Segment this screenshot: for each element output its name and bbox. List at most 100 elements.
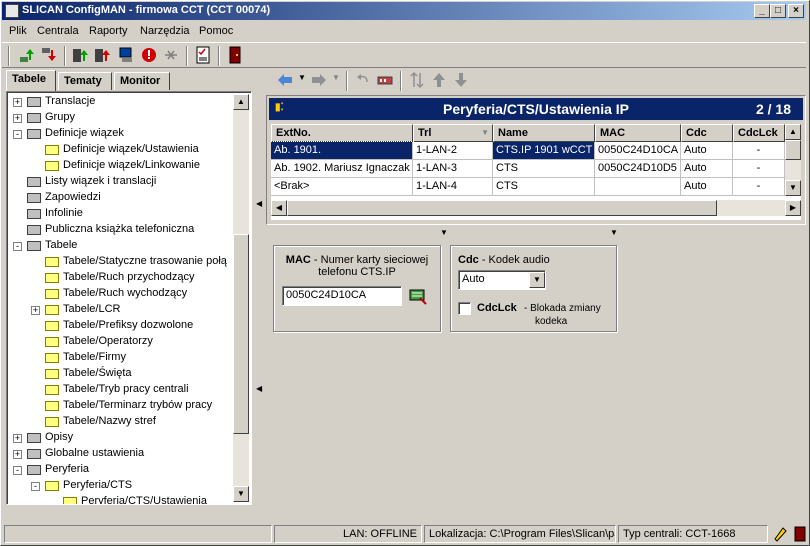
tree-node[interactable]: - Definicje wiązek: [7, 126, 231, 142]
data-grid[interactable]: ExtNo. Trl ▼ Name MAC Cdc CdcLck Ab. 1901…: [271, 124, 801, 220]
title-bar[interactable]: SLICAN ConfigMAN - firmowa CCT (CCT 0007…: [2, 2, 806, 20]
grid-cell[interactable]: 0050C24D10D5: [595, 160, 681, 178]
tree-node[interactable]: Definicje wiązek/Linkowanie: [7, 158, 231, 174]
scroll-thumb[interactable]: [233, 234, 249, 434]
tree-node[interactable]: Listy wiązek i translacji: [7, 174, 231, 190]
tree-node[interactable]: Peryferia/CTS/Ustawienia: [7, 494, 231, 504]
collapse-icon[interactable]: -: [13, 466, 22, 475]
tree-view[interactable]: + Translacje + Grupy - Definicje wiązek Defini…: [6, 91, 252, 505]
forward-arrow-icon[interactable]: [310, 71, 328, 89]
scroll-up-button[interactable]: ▲: [233, 94, 249, 110]
tree-node[interactable]: + Tabele/LCR: [7, 302, 231, 318]
mac-input[interactable]: 0050C24D10CA: [282, 286, 402, 306]
tree-node[interactable]: Tabele/Operatorzy: [7, 334, 231, 350]
move-up-icon[interactable]: [430, 71, 448, 89]
expand-icon[interactable]: +: [13, 434, 22, 443]
tree-node[interactable]: - Peryferia/CTS: [7, 478, 231, 494]
tree-vertical-scrollbar[interactable]: ▲ ▼: [233, 94, 249, 502]
splitter-left-arrow[interactable]: ◀: [256, 199, 262, 208]
exit-door-icon[interactable]: [792, 526, 808, 542]
grid-cell[interactable]: CTS.IP 1901 wCCT: [493, 142, 595, 160]
chevron-down-icon[interactable]: ▼: [529, 272, 545, 288]
grid-cell[interactable]: 1-LAN-2: [413, 142, 493, 160]
tree-node[interactable]: Tabele/Święta: [7, 366, 231, 382]
download-red-icon[interactable]: [40, 46, 58, 64]
disconnect-icon[interactable]: [162, 46, 180, 64]
expand-icon[interactable]: +: [13, 98, 22, 107]
minimize-button[interactable]: _: [754, 4, 770, 18]
column-header-mac[interactable]: MAC: [595, 124, 681, 142]
upload-green-icon[interactable]: [18, 46, 36, 64]
tree-node[interactable]: + Globalne ustawienia: [7, 446, 231, 462]
menu-centrala[interactable]: Centrala: [37, 25, 79, 37]
grid-cell[interactable]: Ab. 1901.: [271, 141, 414, 161]
splitter-down-arrow[interactable]: ▼: [610, 228, 618, 237]
stop-icon[interactable]: [140, 46, 158, 64]
expand-icon[interactable]: +: [13, 450, 22, 459]
grid-cell[interactable]: Auto: [681, 160, 733, 178]
forward-dropdown-icon[interactable]: ▼: [332, 73, 340, 82]
grid-vertical-scrollbar[interactable]: ▲ ▼: [785, 124, 801, 196]
column-header-trl[interactable]: Trl ▼: [413, 124, 493, 142]
codec-select[interactable]: Auto ▼: [458, 270, 546, 290]
network-card-icon[interactable]: [376, 71, 394, 89]
tab-tematy[interactable]: Tematy: [58, 72, 112, 90]
back-dropdown-icon[interactable]: ▼: [298, 73, 306, 82]
pencil-icon[interactable]: [772, 526, 788, 542]
tree-node[interactable]: Tabele/Prefiksy dozwolone: [7, 318, 231, 334]
grid-cell[interactable]: Auto: [681, 142, 733, 160]
column-header-extno[interactable]: ExtNo.: [271, 124, 413, 142]
scroll-up-button[interactable]: ▲: [785, 124, 801, 140]
grid-cell[interactable]: CTS: [493, 178, 595, 196]
tree-node[interactable]: Tabele/Firmy: [7, 350, 231, 366]
grid-cell[interactable]: CTS: [493, 160, 595, 178]
scroll-down-button[interactable]: ▼: [233, 486, 249, 502]
tree-node[interactable]: + Translacje: [7, 94, 231, 110]
tree-node[interactable]: Publiczna książka telefoniczna: [7, 222, 231, 238]
tree-node[interactable]: + Opisy: [7, 430, 231, 446]
checklist-icon[interactable]: [194, 46, 212, 64]
tree-node[interactable]: Tabele/Statyczne trasowanie połą: [7, 254, 231, 270]
scroll-down-button[interactable]: ▼: [785, 180, 801, 196]
grid-cell[interactable]: Ab. 1902. Mariusz Ignaczak: [271, 160, 413, 178]
collapse-icon[interactable]: -: [13, 130, 22, 139]
cdclck-checkbox[interactable]: [458, 302, 471, 315]
scroll-right-button[interactable]: ▶: [785, 200, 801, 216]
column-header-cdclck[interactable]: CdcLck: [733, 124, 785, 142]
exit-door-icon[interactable]: [226, 46, 244, 64]
grid-cell[interactable]: Auto: [681, 178, 733, 196]
column-header-cdc[interactable]: Cdc: [681, 124, 733, 142]
scroll-thumb[interactable]: [785, 140, 801, 160]
scroll-thumb[interactable]: [287, 200, 717, 216]
maximize-button[interactable]: □: [770, 4, 786, 18]
grid-cell[interactable]: 0050C24D10CA: [595, 142, 681, 160]
grid-cell[interactable]: [595, 178, 681, 196]
grid-cell[interactable]: 1-LAN-4: [413, 178, 493, 196]
tree-node[interactable]: Infolinie: [7, 206, 231, 222]
connect-computer-icon[interactable]: [118, 46, 136, 64]
move-down-icon[interactable]: [452, 71, 470, 89]
tree-node[interactable]: Tabele/Ruch wychodzący: [7, 286, 231, 302]
tree-node[interactable]: Tabele/Tryb pracy centrali: [7, 382, 231, 398]
scroll-left-button[interactable]: ◀: [271, 200, 287, 216]
read-central-icon[interactable]: [72, 46, 90, 64]
back-arrow-icon[interactable]: [276, 71, 294, 89]
tree-node[interactable]: Tabele/Terminarz trybów pracy: [7, 398, 231, 414]
grid-cell[interactable]: -: [733, 160, 785, 178]
grid-horizontal-scrollbar[interactable]: ◀ ▶: [271, 200, 801, 216]
tab-tabele[interactable]: Tabele: [6, 70, 56, 91]
write-central-icon[interactable]: [94, 46, 112, 64]
undo-icon[interactable]: [354, 71, 372, 89]
tree-node[interactable]: - Tabele: [7, 238, 231, 254]
tree-node[interactable]: + Grupy: [7, 110, 231, 126]
grid-cell[interactable]: -: [733, 142, 785, 160]
menu-raporty[interactable]: Raporty: [89, 25, 128, 37]
sort-vertical-icon[interactable]: [408, 71, 426, 89]
grid-cell[interactable]: -: [733, 178, 785, 196]
grid-cell[interactable]: <Brak>: [271, 178, 413, 196]
tab-monitor[interactable]: Monitor: [114, 72, 170, 90]
mac-picker-icon[interactable]: [408, 286, 428, 306]
tree-node[interactable]: Zapowiedzi: [7, 190, 231, 206]
menu-narzedzia[interactable]: Narzędzia: [140, 25, 190, 37]
collapse-icon[interactable]: -: [13, 242, 22, 251]
